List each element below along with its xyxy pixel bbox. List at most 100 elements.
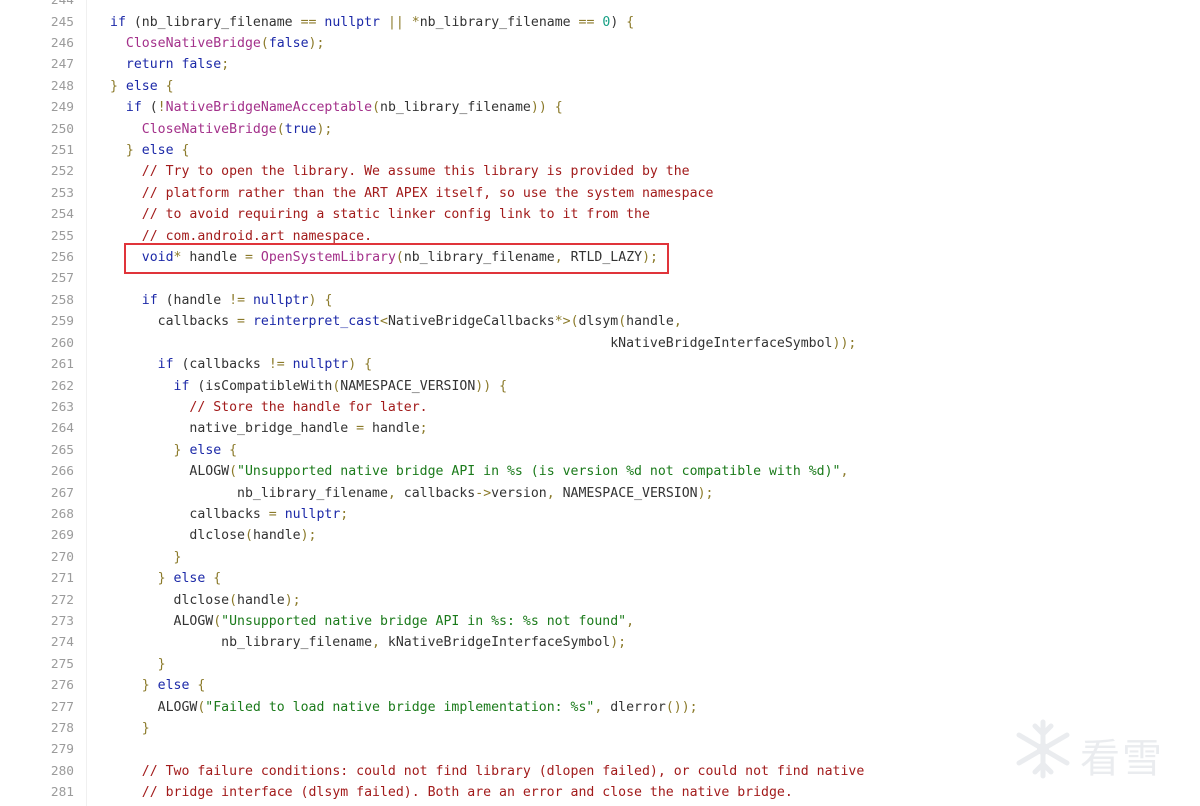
code-line: 275 } bbox=[0, 654, 1200, 675]
code-token: , bbox=[840, 464, 849, 480]
code-token: ( bbox=[260, 36, 269, 52]
code-line: 267 nb_library_filename, callbacks->vers… bbox=[0, 483, 1200, 504]
code-token: ! bbox=[157, 100, 166, 116]
code-token: } bbox=[157, 656, 166, 672]
code-token: ( bbox=[229, 592, 238, 608]
code-token: ); bbox=[284, 592, 301, 608]
code-token: ALOGW bbox=[110, 464, 230, 480]
line-code: } else { bbox=[110, 568, 222, 589]
code-token: == bbox=[578, 14, 595, 30]
line-number: 274 bbox=[50, 635, 74, 651]
code-token: callbacks bbox=[110, 506, 269, 522]
line-number: 248 bbox=[50, 78, 74, 94]
line-number: 263 bbox=[50, 399, 74, 415]
code-line: 248} else { bbox=[0, 76, 1200, 97]
code-token: handle bbox=[181, 250, 246, 266]
code-token: || bbox=[387, 14, 404, 30]
code-token: "Unsupported native bridge API in %s (is… bbox=[237, 464, 841, 480]
line-code: ALOGW("Failed to load native bridge impl… bbox=[110, 697, 698, 718]
code-token: * bbox=[411, 14, 420, 30]
code-token: { bbox=[364, 357, 373, 373]
code-token: (callbacks bbox=[173, 357, 269, 373]
code-token: // Store the handle for later. bbox=[189, 399, 428, 415]
code-line: 266 ALOGW("Unsupported native bridge API… bbox=[0, 461, 1200, 482]
line-number: 262 bbox=[50, 378, 74, 394]
code-token: = bbox=[237, 314, 245, 330]
code-token: { bbox=[554, 100, 563, 116]
line-code: // Two failure conditions: could not fin… bbox=[110, 761, 865, 782]
code-line: 261 if (callbacks != nullptr) { bbox=[0, 354, 1200, 375]
code-token: false bbox=[268, 36, 309, 52]
code-token: // Try to open the library. We assume th… bbox=[141, 164, 690, 180]
code-token: else bbox=[141, 143, 174, 159]
line-number: 280 bbox=[50, 763, 74, 779]
code-line: 259 callbacks = reinterpret_cast<NativeB… bbox=[0, 311, 1200, 332]
code-token: ( bbox=[141, 100, 158, 116]
code-line: 279 bbox=[0, 739, 1200, 760]
code-token: ALOGW bbox=[110, 699, 198, 715]
line-number: 264 bbox=[50, 421, 74, 437]
line-number: 244 bbox=[50, 0, 74, 9]
code-token: ); bbox=[316, 121, 333, 137]
code-token: ; bbox=[221, 57, 230, 73]
code-token: (handle bbox=[157, 292, 230, 308]
code-token: } bbox=[157, 571, 166, 587]
code-line: 280 // Two failure conditions: could not… bbox=[0, 761, 1200, 782]
line-number: 269 bbox=[50, 528, 74, 544]
code-token: nullptr bbox=[292, 357, 349, 373]
code-token: handle bbox=[626, 314, 674, 330]
line-code: dlclose(handle); bbox=[110, 590, 301, 611]
code-token: ( bbox=[618, 314, 627, 330]
line-code: } else { bbox=[110, 675, 206, 696]
code-token: nb_library_filename bbox=[110, 485, 388, 501]
line-number: 251 bbox=[50, 143, 74, 159]
line-number: 260 bbox=[50, 335, 74, 351]
code-token: == bbox=[300, 14, 317, 30]
code-token: ) bbox=[610, 14, 627, 30]
code-token: if bbox=[125, 100, 142, 116]
code-line: 247 return false; bbox=[0, 54, 1200, 75]
code-line: 245 if (nb_library_filename == nullptr ||… bbox=[0, 12, 1200, 33]
code-token: NAMESPACE_VERSION bbox=[340, 378, 476, 394]
code-token: *>( bbox=[554, 314, 579, 330]
code-token: "Failed to load native bridge implementa… bbox=[205, 699, 595, 715]
code-token: nullptr bbox=[252, 292, 309, 308]
code-token: , bbox=[626, 613, 635, 629]
line-number: 249 bbox=[50, 100, 74, 116]
code-token: if bbox=[173, 378, 190, 394]
code-line: 244 bbox=[0, 0, 1200, 12]
code-token: )); bbox=[832, 335, 857, 351]
line-number: 277 bbox=[50, 699, 74, 715]
code-line: 274 nb_library_filename, kNativeBridgeIn… bbox=[0, 632, 1200, 653]
code-token: (nb_library_filename bbox=[125, 14, 301, 30]
code-token: return bbox=[125, 57, 174, 73]
code-token: if bbox=[157, 357, 174, 373]
code-token: ); bbox=[642, 250, 658, 266]
code-token: { bbox=[499, 378, 508, 394]
line-code: callbacks = nullptr; bbox=[110, 504, 348, 525]
code-token: else bbox=[125, 78, 158, 94]
code-token: , bbox=[387, 485, 396, 501]
code-line: 271 } else { bbox=[0, 568, 1200, 589]
code-token: true bbox=[284, 121, 317, 137]
code-token: != bbox=[229, 292, 246, 308]
line-code: native_bridge_handle = handle; bbox=[110, 418, 427, 439]
code-line: 256 void* handle = OpenSystemLibrary(nb_… bbox=[0, 247, 1200, 268]
code-token: nb_library_filename bbox=[403, 250, 555, 266]
line-number: 279 bbox=[50, 742, 74, 758]
code-token: reinterpret_cast bbox=[252, 314, 380, 330]
code-line: 255 // com.android.art namespace. bbox=[0, 226, 1200, 247]
